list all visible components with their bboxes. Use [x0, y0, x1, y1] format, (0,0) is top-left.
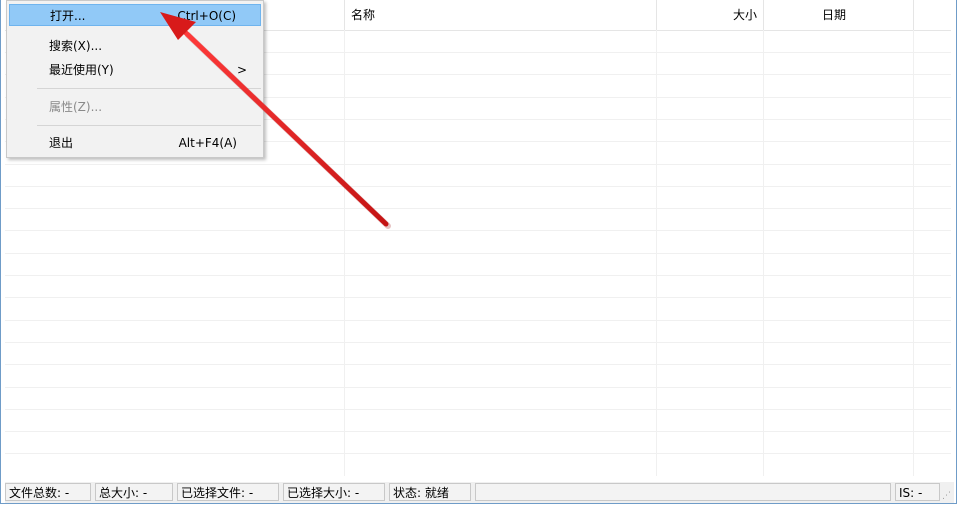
- column-header-name-label: 名称: [351, 8, 376, 22]
- table-row: [5, 342, 951, 343]
- status-selected-files: 已选择文件: -: [177, 483, 279, 501]
- table-row: [5, 208, 951, 209]
- table-row: [5, 230, 951, 231]
- column-header-size-label: 大小: [732, 8, 757, 22]
- table-row: [5, 164, 951, 165]
- resize-grip-icon[interactable]: ⋰: [942, 491, 952, 501]
- status-bar: 文件总数: - 总大小: - 已选择文件: - 已选择大小: - 状态: 就绪 …: [5, 482, 954, 503]
- column-header-name[interactable]: 名称: [345, 0, 657, 30]
- status-empty-panel: [475, 483, 891, 501]
- menu-item-exit[interactable]: 退出 Alt+F4(A): [9, 132, 261, 154]
- menu-item-open[interactable]: 打开... Ctrl+O(C): [9, 4, 261, 26]
- table-row: [5, 297, 951, 298]
- menu-item-properties[interactable]: 属性(Z)...: [9, 96, 261, 118]
- column-header-date[interactable]: 日期: [764, 0, 914, 30]
- table-row: [5, 409, 951, 410]
- table-row: [5, 364, 951, 365]
- status-is: IS: -: [895, 483, 940, 501]
- status-selected-size: 已选择大小: -: [283, 483, 385, 501]
- table-row: [5, 186, 951, 187]
- column-header-date-label: 日期: [822, 8, 847, 22]
- menu-item-open-shortcut: Ctrl+O(C): [177, 9, 236, 23]
- menu-item-search[interactable]: 搜索(X)...: [9, 35, 261, 57]
- chevron-right-icon: >: [236, 63, 247, 77]
- status-total-files: 文件总数: -: [5, 483, 91, 501]
- column-header-size[interactable]: 大小: [657, 0, 764, 30]
- menu-item-exit-label: 退出: [49, 136, 74, 150]
- table-row: [5, 453, 951, 454]
- menu-separator: [37, 88, 261, 89]
- table-row: [5, 387, 951, 388]
- table-row: [5, 275, 951, 276]
- column-header-extra[interactable]: [914, 0, 951, 30]
- menu-item-recent[interactable]: 最近使用(Y) >: [9, 59, 261, 81]
- table-row: [5, 320, 951, 321]
- table-row: [5, 253, 951, 254]
- file-menu-dropdown: 打开... Ctrl+O(C) 搜索(X)... 最近使用(Y) > 属性(Z)…: [6, 0, 264, 158]
- status-state: 状态: 就绪: [389, 483, 471, 501]
- status-total-size: 总大小: -: [95, 483, 173, 501]
- menu-item-exit-shortcut: Alt+F4(A): [178, 136, 237, 150]
- table-row: [5, 431, 951, 432]
- menu-item-properties-label: 属性(Z)...: [49, 100, 103, 114]
- menu-item-search-label: 搜索(X)...: [49, 39, 103, 53]
- menu-separator: [37, 125, 261, 126]
- menu-item-recent-label: 最近使用(Y): [49, 63, 114, 77]
- menu-item-open-label: 打开...: [50, 9, 86, 23]
